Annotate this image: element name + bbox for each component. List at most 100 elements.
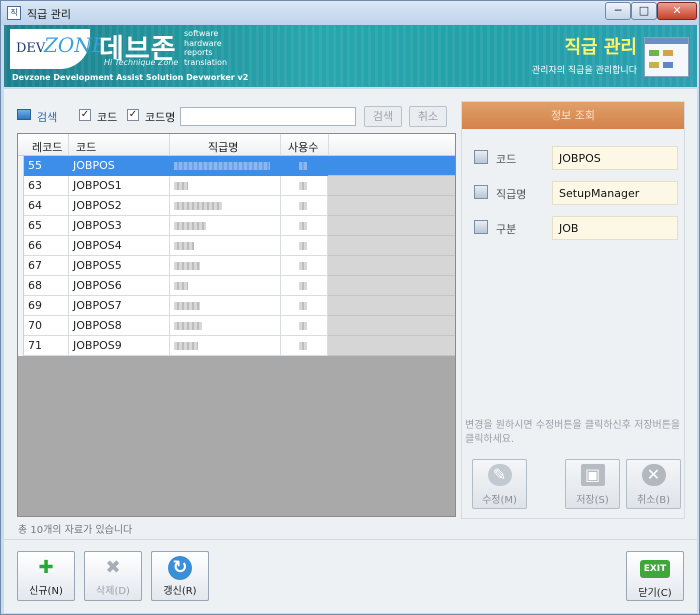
usage-cell[interactable] xyxy=(281,276,328,296)
usage-cell[interactable] xyxy=(281,216,328,236)
edit-button[interactable]: ✎ 수정(M) xyxy=(472,459,527,509)
col-header-usage[interactable]: 사용수 xyxy=(288,139,318,155)
table-row[interactable]: 65 JOBPOS3 xyxy=(18,216,455,236)
code-cell[interactable]: JOBPOS5 xyxy=(69,256,170,276)
brand-subtitle: Hi Technique Zone xyxy=(104,58,179,67)
code-cell[interactable]: JOBPOS1 xyxy=(69,176,170,196)
code-field[interactable]: JOBPOS xyxy=(552,146,678,170)
usage-cell[interactable] xyxy=(281,336,328,356)
position-name-cell[interactable] xyxy=(170,316,281,336)
record-cell[interactable]: 66 xyxy=(24,236,69,256)
delete-button[interactable]: ✖ 삭제(D) xyxy=(84,551,142,601)
record-cell[interactable]: 69 xyxy=(24,296,69,316)
redacted-text xyxy=(174,182,188,190)
record-cell[interactable]: 70 xyxy=(24,316,69,336)
table-row[interactable]: 67 JOBPOS5 xyxy=(18,256,455,276)
col-header-record[interactable]: 레코드 xyxy=(32,139,62,155)
table-row[interactable]: 55 JOBPOS xyxy=(18,156,455,176)
position-name-cell[interactable] xyxy=(170,336,281,356)
record-cell[interactable]: 64 xyxy=(24,196,69,216)
type-field-row: 구분 JOB xyxy=(472,216,682,240)
save-disk-icon: ▣ xyxy=(580,464,605,486)
delete-x-icon: ✖ xyxy=(105,557,121,578)
record-cell[interactable]: 55 xyxy=(24,156,69,176)
record-cell[interactable]: 68 xyxy=(24,276,69,296)
table-row[interactable]: 70 JOBPOS8 xyxy=(18,316,455,336)
refresh-button-label: 갱신(R) xyxy=(163,586,197,597)
usage-cell[interactable] xyxy=(281,316,328,336)
code-cell[interactable]: JOBPOS9 xyxy=(69,336,170,356)
record-cell[interactable]: 65 xyxy=(24,216,69,236)
usage-cell[interactable] xyxy=(281,176,328,196)
search-icon xyxy=(17,109,31,120)
record-cell[interactable]: 67 xyxy=(24,256,69,276)
cancel-edit-button[interactable]: ✕ 취소(B) xyxy=(626,459,681,509)
maximize-button[interactable]: □ xyxy=(631,2,657,20)
row-filler xyxy=(328,276,455,296)
search-cancel-button[interactable]: 취소 xyxy=(409,106,447,127)
name-checkbox[interactable]: ✓ xyxy=(127,109,139,121)
code-cell[interactable]: JOBPOS4 xyxy=(69,236,170,256)
record-cell[interactable]: 63 xyxy=(24,176,69,196)
position-name-cell[interactable] xyxy=(170,276,281,296)
grid-header: 레코드 코드 직급명 사용수 xyxy=(18,134,455,156)
position-name-cell[interactable] xyxy=(170,256,281,276)
code-cell[interactable]: JOBPOS3 xyxy=(69,216,170,236)
redacted-text xyxy=(299,202,307,210)
save-button[interactable]: ▣ 저장(S) xyxy=(565,459,620,509)
close-button[interactable]: EXIT 닫기(C) xyxy=(626,551,684,601)
usage-cell[interactable] xyxy=(281,236,328,256)
code-field-row: 코드 JOBPOS xyxy=(472,146,682,170)
devzone-logo: DEV ZONE xyxy=(10,29,106,69)
position-name-cell[interactable] xyxy=(170,156,281,176)
cancel-x-icon: ✕ xyxy=(641,464,666,486)
usage-cell[interactable] xyxy=(281,156,328,176)
code-cell[interactable]: JOBPOS7 xyxy=(69,296,170,316)
table-row[interactable]: 68 JOBPOS6 xyxy=(18,276,455,296)
close-window-button[interactable]: ✕ xyxy=(657,2,697,20)
position-name-cell[interactable] xyxy=(170,296,281,316)
exit-icon: EXIT xyxy=(640,560,670,578)
usage-cell[interactable] xyxy=(281,296,328,316)
code-cell[interactable]: JOBPOS xyxy=(69,156,170,176)
position-grid[interactable]: 레코드 코드 직급명 사용수 55 JOBPOS 63 JOBPOS1 64 JOBPOS… xyxy=(17,133,456,517)
redacted-text xyxy=(299,262,307,270)
table-row[interactable]: 63 JOBPOS1 xyxy=(18,176,455,196)
code-cell[interactable]: JOBPOS8 xyxy=(69,316,170,336)
redacted-text xyxy=(174,222,206,230)
code-checkbox[interactable]: ✓ xyxy=(79,109,91,121)
col-header-name[interactable]: 직급명 xyxy=(208,139,238,155)
redacted-text xyxy=(174,302,200,310)
position-name-cell[interactable] xyxy=(170,236,281,256)
table-row[interactable]: 64 JOBPOS2 xyxy=(18,196,455,216)
info-panel-header: 정보 조회 xyxy=(462,102,684,129)
search-button[interactable]: 검색 xyxy=(364,106,402,127)
delete-button-label: 삭제(D) xyxy=(96,586,130,597)
type-field-label: 구분 xyxy=(496,223,517,236)
usage-cell[interactable] xyxy=(281,196,328,216)
table-row[interactable]: 66 JOBPOS4 xyxy=(18,236,455,256)
type-field[interactable]: JOB xyxy=(552,216,678,240)
refresh-button[interactable]: ↻ 갱신(R) xyxy=(151,551,209,601)
record-cell[interactable]: 71 xyxy=(24,336,69,356)
usage-cell[interactable] xyxy=(281,256,328,276)
search-input[interactable] xyxy=(180,107,356,126)
position-name-cell[interactable] xyxy=(170,176,281,196)
redacted-text xyxy=(174,202,222,210)
name-field-row: 직급명 SetupManager xyxy=(472,181,682,205)
new-button[interactable]: ✚ 신규(N) xyxy=(17,551,75,601)
name-field[interactable]: SetupManager xyxy=(552,181,678,205)
tagline: translation xyxy=(184,57,228,67)
table-row[interactable]: 69 JOBPOS7 xyxy=(18,296,455,316)
row-filler xyxy=(328,296,455,316)
col-header-code[interactable]: 코드 xyxy=(76,139,96,155)
position-name-cell[interactable] xyxy=(170,196,281,216)
position-name-cell[interactable] xyxy=(170,216,281,236)
code-cell[interactable]: JOBPOS2 xyxy=(69,196,170,216)
redacted-text xyxy=(299,242,307,250)
minimize-button[interactable]: ─ xyxy=(605,2,631,20)
table-row[interactable]: 71 JOBPOS9 xyxy=(18,336,455,356)
window-title: 직급 관리 xyxy=(27,8,71,21)
redacted-text xyxy=(299,342,307,350)
code-cell[interactable]: JOBPOS6 xyxy=(69,276,170,296)
